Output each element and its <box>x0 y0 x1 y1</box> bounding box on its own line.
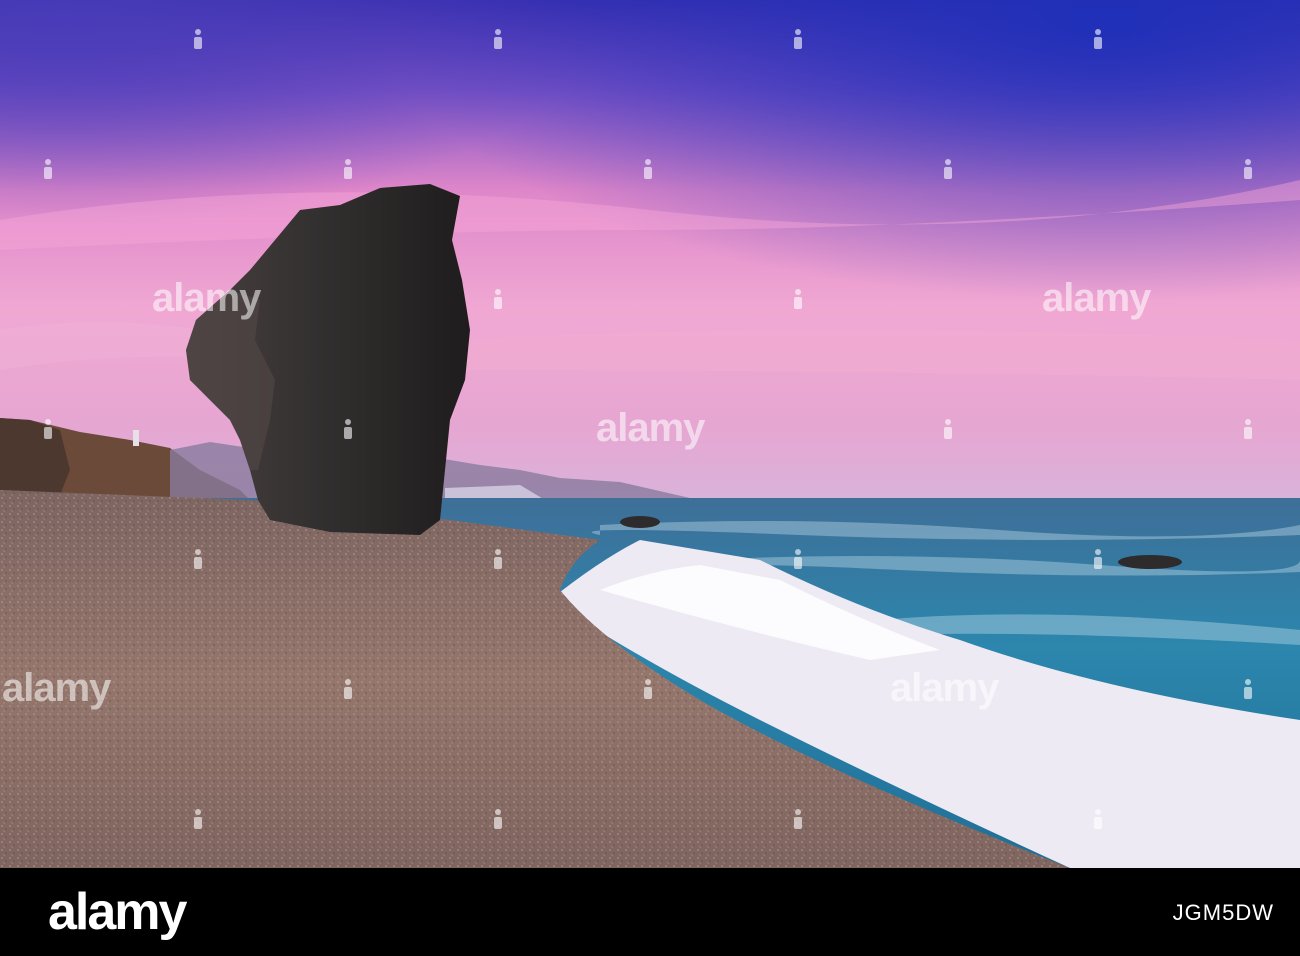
beach-scene <box>0 0 1300 868</box>
watermark-mark <box>1243 159 1253 179</box>
watermark-mark <box>1093 549 1103 569</box>
beach-photo <box>0 0 1300 868</box>
watermark-mark <box>493 549 503 569</box>
watermark-mark <box>1093 29 1103 49</box>
watermark-mark <box>43 419 53 439</box>
watermark-mark <box>1243 419 1253 439</box>
watermark-mark <box>943 159 953 179</box>
watermark-mark <box>643 159 653 179</box>
watermark-mark <box>343 679 353 699</box>
sky-left-tint <box>0 0 1300 500</box>
watermark-mark <box>193 809 203 829</box>
watermark-mark <box>343 419 353 439</box>
watermark-mark <box>943 419 953 439</box>
watermark-mark <box>343 159 353 179</box>
footer-bar: alamy JGM5DW <box>0 868 1300 956</box>
watermark-mark <box>493 29 503 49</box>
watermark-mark <box>43 159 53 179</box>
image-id: JGM5DW <box>1172 900 1274 925</box>
sea-rock <box>1118 555 1182 569</box>
watermark-mark <box>793 289 803 309</box>
watermark-mark <box>643 679 653 699</box>
watermark-mark <box>793 29 803 49</box>
watermark-mark <box>193 549 203 569</box>
alamy-logo: alamy <box>48 883 187 941</box>
lighthouse <box>133 430 139 446</box>
watermark-mark <box>493 809 503 829</box>
photo-stage: alamy alamy alamy alamy alamy alamy JGM5… <box>0 0 1300 956</box>
watermark-mark <box>1093 809 1103 829</box>
watermark-mark <box>793 549 803 569</box>
watermark-mark <box>493 289 503 309</box>
watermark-mark <box>793 809 803 829</box>
sea-rock-small <box>620 516 660 528</box>
watermark-mark <box>1243 679 1253 699</box>
watermark-mark <box>193 29 203 49</box>
